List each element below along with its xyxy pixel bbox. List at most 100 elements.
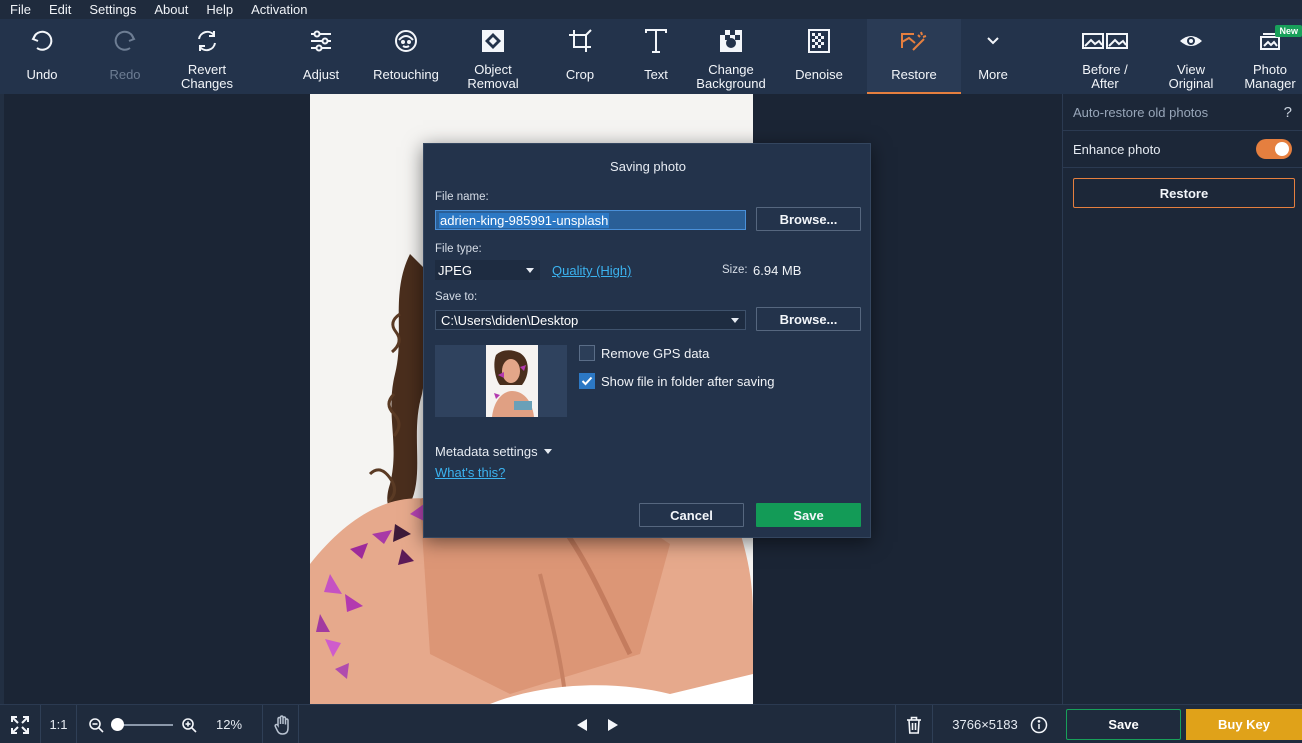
next-image-button[interactable] [603,705,623,743]
save-to-value: C:\Users\diden\Desktop [441,312,579,328]
enhance-row: Enhance photo [1063,131,1302,168]
photo-manager-label-1: Photo [1253,62,1287,77]
browse-filename-button[interactable]: Browse... [756,207,861,231]
denoise-label: Denoise [795,67,843,82]
text-icon [645,29,667,53]
file-type-select[interactable]: JPEG [435,260,540,280]
whats-this-link[interactable]: What's this? [435,465,505,480]
chevron-down-icon [987,37,999,45]
help-icon[interactable]: ? [1284,104,1292,121]
metadata-settings-label: Metadata settings [435,444,538,459]
menu-settings[interactable]: Settings [79,2,144,17]
show-in-folder-label: Show file in folder after saving [601,374,775,389]
eraser-icon [482,30,504,52]
quality-link[interactable]: Quality (High) [552,263,631,278]
before-after-icon [1082,33,1128,49]
before-after-label-2: After [1091,76,1119,91]
save-button[interactable]: Save [1066,709,1181,740]
change-background-button[interactable]: Change Background [688,19,774,94]
buy-key-button[interactable]: Buy Key [1186,709,1302,740]
size-label: Size: [722,264,748,276]
dialog-save-button[interactable]: Save [756,503,861,527]
new-badge: New [1275,25,1302,37]
more-label: More [978,67,1008,82]
zoom-slider-handle[interactable] [111,718,124,731]
change-bg-label-1: Change [708,62,754,77]
redo-label: Redo [109,67,141,82]
sliders-icon [311,30,331,52]
checkmark-icon [581,376,593,386]
before-after-button[interactable]: Before / After [1064,19,1146,94]
photo-manager-button[interactable]: Photo Manager New [1238,19,1302,94]
panel-title: Auto-restore old photos [1073,104,1209,120]
info-icon [1030,716,1048,733]
hand-tool-button[interactable] [268,705,296,743]
menu-activation[interactable]: Activation [241,2,315,17]
revert-changes-button[interactable]: Revert Changes [167,19,247,94]
restore-tool-button[interactable]: Restore [867,19,961,94]
denoise-button[interactable]: Denoise [779,19,859,94]
hand-icon [274,714,289,735]
cancel-button[interactable]: Cancel [639,503,744,527]
adjust-label: Adjust [302,67,340,82]
file-type-value: JPEG [438,262,472,278]
metadata-settings-toggle[interactable]: Metadata settings [435,444,558,459]
face-icon [395,30,417,52]
text-button[interactable]: Text [616,19,696,94]
zoom-out-icon [89,717,104,733]
triangle-left-icon [577,718,587,731]
enhance-toggle[interactable] [1256,139,1292,159]
object-removal-button[interactable]: Object Removal [453,19,533,94]
object-removal-label-2: Removal [467,76,519,91]
previous-image-button[interactable] [572,705,592,743]
retouching-label: Retouching [373,67,439,82]
save-to-select[interactable]: C:\Users\diden\Desktop [435,310,746,330]
restore-tool-label: Restore [891,67,937,82]
restore-button[interactable]: Restore [1073,178,1295,208]
size-value: 6.94 MB [753,263,802,278]
menu-edit[interactable]: Edit [39,2,79,17]
thumbnail-frame [435,345,567,417]
zoom-in-icon [182,717,197,733]
remove-gps-checkbox[interactable] [579,345,595,361]
undo-button[interactable]: Undo [2,19,82,94]
object-removal-label-1: Object [474,62,512,77]
menu-about[interactable]: About [144,2,196,17]
file-name-label: File name: [435,191,489,203]
adjust-button[interactable]: Adjust [281,19,361,94]
magic-wand-icon [901,31,927,51]
change-bg-label-2: Background [696,76,766,91]
image-info-button[interactable] [1029,705,1049,743]
show-in-folder-checkbox[interactable] [579,373,595,389]
dialog-title: Saving photo [610,159,686,174]
saving-photo-dialog: Saving photo File name: adrien-king-9859… [423,143,871,538]
view-original-label-1: View [1177,62,1205,77]
zoom-in-button[interactable] [179,705,199,743]
more-button[interactable]: More [968,19,1018,94]
revert-label-1: Revert [187,62,227,77]
crop-button[interactable]: Crop [540,19,620,94]
zoom-level: 12% [215,717,243,732]
browse-folder-button[interactable]: Browse... [756,307,861,331]
refresh-icon [198,30,216,52]
view-original-button[interactable]: View Original [1151,19,1231,94]
undo-icon [31,30,53,51]
revert-label-2: Changes [180,76,234,91]
text-label: Text [644,67,668,82]
actual-size-button[interactable]: 1:1 [41,705,76,743]
undo-label: Undo [26,67,58,82]
zoom-out-button[interactable] [86,705,106,743]
menu-help[interactable]: Help [196,2,241,17]
background-icon [720,30,742,52]
redo-button[interactable]: Redo [85,19,165,94]
trash-icon [907,716,921,734]
triangle-right-icon [608,718,618,731]
file-name-input[interactable]: adrien-king-985991-unsplash [435,210,746,230]
fit-screen-button[interactable] [0,705,40,743]
file-name-value: adrien-king-985991-unsplash [439,212,610,228]
retouching-button[interactable]: Retouching [364,19,448,94]
delete-button[interactable] [902,705,926,743]
noise-icon [808,29,830,53]
menu-file[interactable]: File [0,2,39,17]
crop-label: Crop [565,67,595,82]
